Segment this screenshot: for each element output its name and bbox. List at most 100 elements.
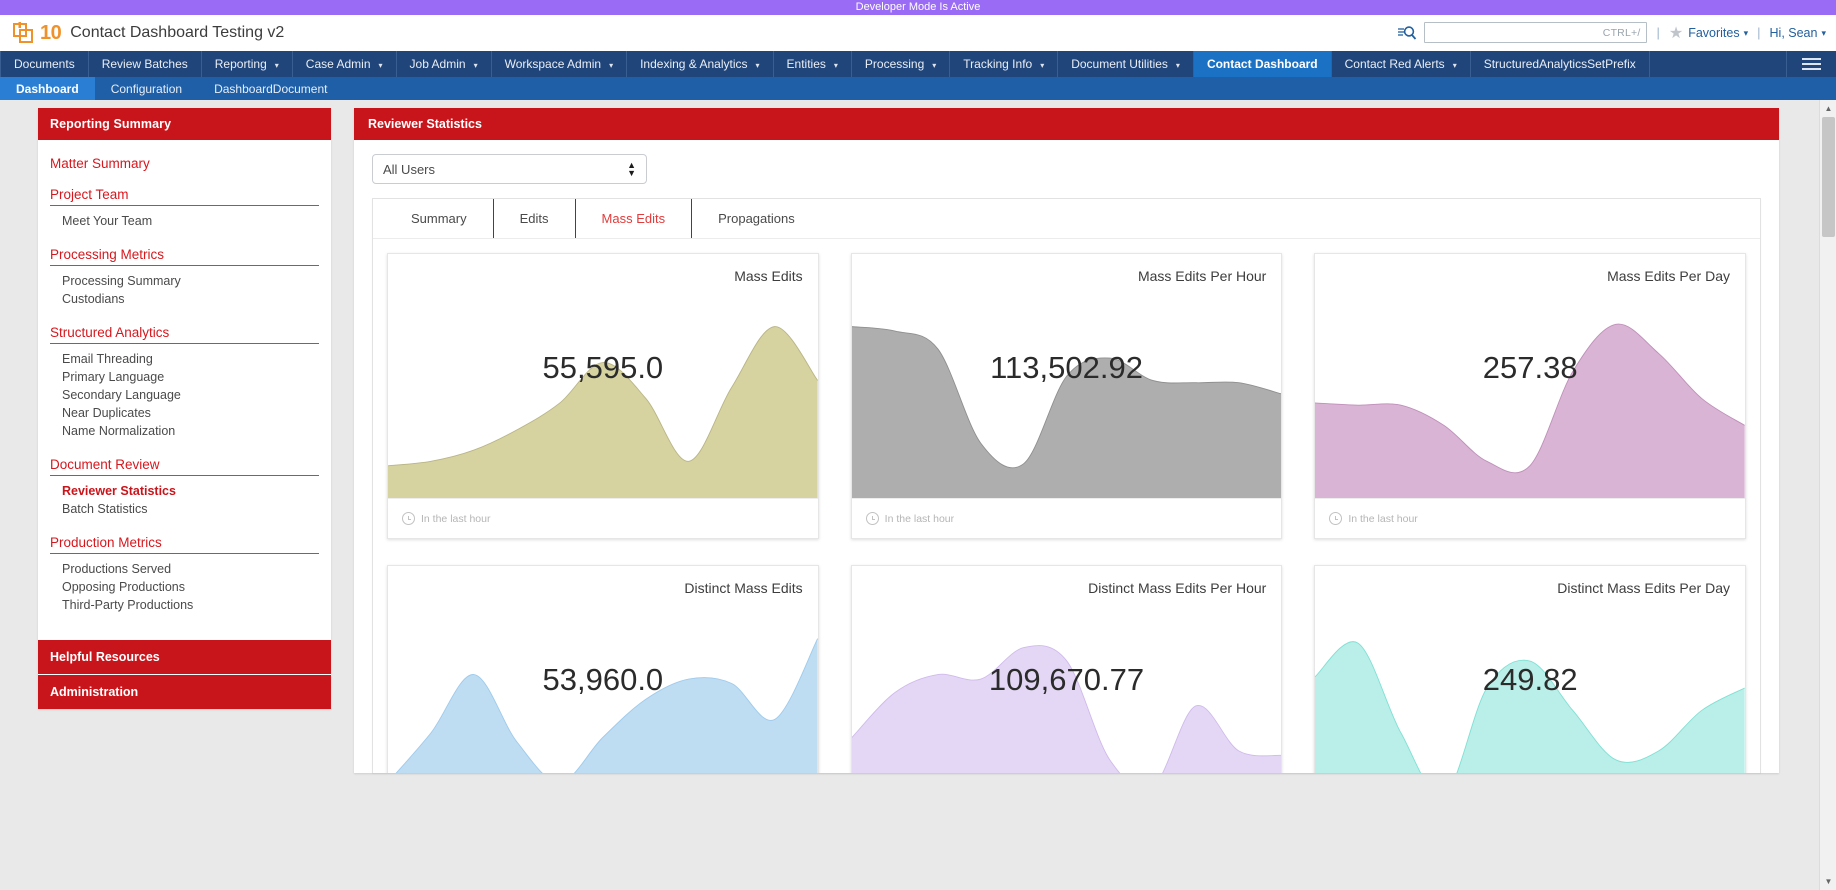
clock-icon	[402, 512, 415, 525]
kpi-sparkline-chart: 109,670.77	[852, 566, 1282, 773]
kpi-card-title: Mass Edits Per Day	[1607, 268, 1730, 284]
nav-item-contact-dashboard[interactable]: Contact Dashboard	[1194, 51, 1332, 77]
nav-item-label: Contact Red Alerts	[1345, 57, 1445, 71]
page-scrollbar[interactable]: ▲ ▼	[1819, 100, 1836, 890]
sidebar-item-secondary-language[interactable]: Secondary Language	[50, 386, 319, 404]
search-icon[interactable]	[1397, 25, 1417, 41]
user-filter-select[interactable]: All Users ▲▼	[372, 154, 647, 184]
kpi-card-distinct-mass-edits-per-day[interactable]: Distinct Mass Edits Per Day249.82In the …	[1314, 565, 1746, 773]
star-icon: ★	[1669, 23, 1683, 43]
kpi-card-title: Distinct Mass Edits Per Hour	[1088, 580, 1266, 596]
nav-item-structuredanalyticssetprefix[interactable]: StructuredAnalyticsSetPrefix	[1471, 51, 1650, 77]
chevron-down-icon[interactable]: ▾	[474, 61, 478, 70]
sub-navigation: Dashboard ConfigurationDashboardDocument	[0, 77, 1836, 100]
nav-item-processing[interactable]: Processing▾	[852, 51, 950, 77]
nav-item-label: Documents	[14, 57, 75, 71]
sidebar-item-reviewer-statistics[interactable]: Reviewer Statistics	[50, 482, 319, 500]
sub-nav-item-dashboard[interactable]: Dashboard	[0, 77, 95, 100]
kpi-card-distinct-mass-edits[interactable]: Distinct Mass Edits53,960.0In the last h…	[387, 565, 819, 773]
scroll-up-arrow-icon[interactable]: ▲	[1820, 100, 1836, 117]
metrics-tabs: SummaryEditsMass EditsPropagations	[373, 199, 1760, 239]
sub-nav-item-dashboarddocument[interactable]: DashboardDocument	[198, 77, 343, 100]
search-input[interactable]: CTRL+/	[1424, 22, 1647, 43]
nav-item-label: Review Batches	[102, 57, 188, 71]
sidebar-item-meet-your-team[interactable]: Meet Your Team	[50, 212, 319, 230]
page-scrollbar-thumb[interactable]	[1822, 117, 1835, 237]
nav-item-label: StructuredAnalyticsSetPrefix	[1484, 57, 1636, 71]
sidebar-item-matter-summary[interactable]: Matter Summary	[50, 150, 319, 181]
user-label: Hi, Sean	[1770, 26, 1818, 40]
kpi-card-mass-edits-per-day[interactable]: Mass Edits Per Day 257.38 In the last hour	[1314, 253, 1746, 539]
chevron-down-icon[interactable]: ▾	[834, 61, 838, 70]
sidebar-group-processing-metrics: Processing Metrics	[50, 241, 319, 266]
kpi-card-value: 55,595.0	[388, 350, 818, 386]
developer-mode-banner: Developer Mode Is Active	[0, 0, 1836, 15]
chevron-down-icon[interactable]: ▾	[275, 61, 279, 70]
scroll-down-arrow-icon[interactable]: ▼	[1820, 873, 1836, 890]
nav-item-document-utilities[interactable]: Document Utilities ▾	[1058, 51, 1194, 77]
tab-mass-edits[interactable]: Mass Edits	[576, 199, 693, 238]
kpi-card-value: 109,670.77	[852, 662, 1282, 698]
tab-edits[interactable]: Edits	[494, 199, 576, 238]
sidebar-group-structured-analytics: Structured Analytics	[50, 319, 319, 344]
nav-item-label: Indexing & Analytics	[640, 57, 747, 71]
nav-item-contact-red-alerts[interactable]: Contact Red Alerts ▾	[1332, 51, 1471, 77]
sidebar-group-document-review: Document Review	[50, 451, 319, 476]
sidebar-item-processing-summary[interactable]: Processing Summary	[50, 272, 319, 290]
nav-item-reporting[interactable]: Reporting▾	[202, 51, 293, 77]
kpi-card-footer-label: In the last hour	[421, 513, 490, 525]
sidebar-item-batch-statistics[interactable]: Batch Statistics	[50, 500, 319, 518]
nav-item-job-admin[interactable]: Job Admin▾	[397, 51, 492, 77]
body-area: Reporting Summary Matter Summary Project…	[0, 100, 1836, 890]
chevron-down-icon[interactable]: ▾	[1040, 61, 1044, 70]
search-shortcut-hint: CTRL+/	[1603, 27, 1641, 39]
nav-item-documents[interactable]: Documents	[0, 51, 89, 77]
sidebar-item-third-party-productions[interactable]: Third-Party Productions	[50, 596, 319, 614]
sidebar-item-productions-served[interactable]: Productions Served	[50, 560, 319, 578]
kpi-card-mass-edits[interactable]: Mass Edits55,595.0In the last hour	[387, 253, 819, 539]
nav-item-entities[interactable]: Entities▾	[774, 51, 852, 77]
sidebar-item-opposing-productions[interactable]: Opposing Productions	[50, 578, 319, 596]
user-filter-value: All Users	[383, 162, 435, 177]
metrics-tabs-card: SummaryEditsMass EditsPropagations Mass …	[372, 198, 1761, 773]
sidebar-item-email-threading[interactable]: Email Threading	[50, 350, 319, 368]
hamburger-menu-icon[interactable]	[1786, 51, 1836, 77]
sidebar-item-primary-language[interactable]: Primary Language	[50, 368, 319, 386]
sidebar-section-helpful-resources[interactable]: Helpful Resources	[38, 639, 331, 674]
sidebar-group-production-metrics: Production Metrics	[50, 529, 319, 554]
kpi-card-value: 257.38	[1315, 350, 1745, 386]
chevron-down-icon[interactable]: ▾	[609, 61, 613, 70]
chevron-down-icon[interactable]: ▾	[379, 61, 383, 70]
nav-item-label: Document Utilities	[1071, 57, 1168, 71]
user-menu[interactable]: Hi, Sean▾	[1770, 26, 1826, 40]
chevron-down-icon[interactable]: ▾	[932, 61, 936, 70]
app-logo[interactable]: 10	[12, 21, 61, 45]
nav-item-workspace-admin[interactable]: Workspace Admin▾	[492, 51, 628, 77]
kpi-card-title: Distinct Mass Edits	[684, 580, 802, 596]
chevron-down-icon: ▾	[1821, 28, 1826, 39]
sidebar-item-name-normalization[interactable]: Name Normalization	[50, 422, 319, 440]
tab-propagations[interactable]: Propagations	[692, 199, 821, 238]
chevron-down-icon[interactable]: ▾	[1453, 61, 1457, 70]
nav-item-tracking-info[interactable]: Tracking Info▾	[950, 51, 1058, 77]
sidebar-body: Matter Summary Project TeamMeet Your Tea…	[38, 140, 331, 639]
sidebar-item-near-duplicates[interactable]: Near Duplicates	[50, 404, 319, 422]
kpi-card-title: Mass Edits Per Hour	[1138, 268, 1266, 284]
nav-item-review-batches[interactable]: Review Batches	[89, 51, 202, 77]
favorites-menu[interactable]: Favorites▾	[1688, 26, 1748, 40]
kpi-card-footer: In the last hour	[852, 498, 1282, 538]
sidebar-section-administration[interactable]: Administration	[38, 674, 331, 709]
tab-summary[interactable]: Summary	[381, 199, 494, 238]
sidebar-spacer	[50, 518, 319, 529]
sub-nav-item-configuration[interactable]: Configuration	[95, 77, 198, 100]
nav-item-indexing-analytics[interactable]: Indexing & Analytics ▾	[627, 51, 773, 77]
nav-item-case-admin[interactable]: Case Admin▾	[293, 51, 397, 77]
sidebar-item-custodians[interactable]: Custodians	[50, 290, 319, 308]
sub-nav-item-label: Dashboard	[16, 82, 79, 96]
kpi-card-mass-edits-per-hour[interactable]: Mass Edits Per Hour113,502.92In the last…	[851, 253, 1283, 539]
relativity-logo-icon	[12, 21, 37, 45]
chevron-down-icon[interactable]: ▾	[1176, 61, 1180, 70]
kpi-card-distinct-mass-edits-per-hour[interactable]: Distinct Mass Edits Per Hour109,670.77In…	[851, 565, 1283, 773]
chevron-down-icon[interactable]: ▾	[756, 61, 760, 70]
kpi-card-footer-label: In the last hour	[1348, 513, 1417, 525]
